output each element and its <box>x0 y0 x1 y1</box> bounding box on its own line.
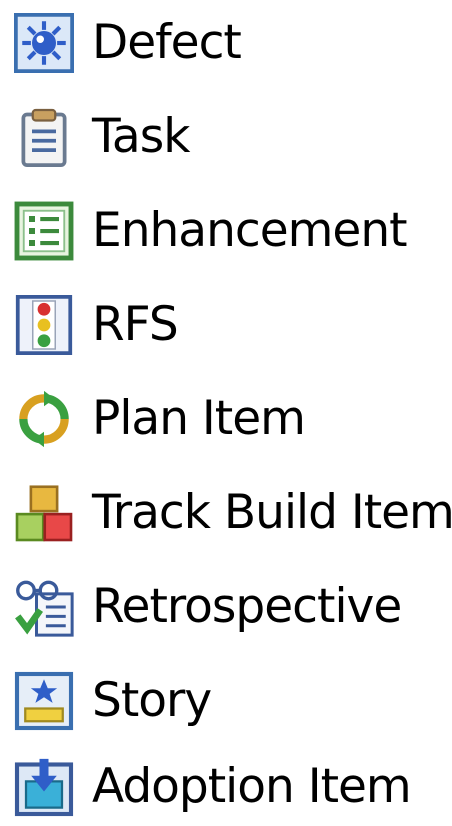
list-item-rfs[interactable]: RFS <box>0 286 452 364</box>
list-item-adoption-item[interactable]: Adoption Item <box>0 748 452 826</box>
list-item-track-build-item[interactable]: Track Build Item <box>0 474 452 552</box>
list-item-label: RFS <box>92 297 179 352</box>
list-item-label: Plan Item <box>92 391 306 446</box>
plan-item-icon <box>14 389 74 449</box>
track-build-item-icon <box>14 483 74 543</box>
list-item-label: Retrospective <box>92 579 402 634</box>
work-item-type-list: Defect Task Enhancement RFS Plan Item Tr… <box>0 0 452 825</box>
list-item-label: Track Build Item <box>92 485 452 540</box>
list-item-label: Adoption Item <box>92 759 412 814</box>
retrospective-icon <box>14 577 74 637</box>
defect-icon <box>14 13 74 73</box>
list-item-label: Task <box>92 109 190 164</box>
list-item-enhancement[interactable]: Enhancement <box>0 192 452 270</box>
list-item-plan-item[interactable]: Plan Item <box>0 380 452 458</box>
story-icon <box>14 671 74 731</box>
enhancement-icon <box>14 201 74 261</box>
list-item-retrospective[interactable]: Retrospective <box>0 568 452 646</box>
adoption-item-icon <box>14 757 74 817</box>
task-icon <box>14 107 74 167</box>
rfs-icon <box>14 295 74 355</box>
list-item-label: Enhancement <box>92 203 408 258</box>
list-item-label: Defect <box>92 15 242 70</box>
list-item-task[interactable]: Task <box>0 98 452 176</box>
list-item-label: Story <box>92 673 212 728</box>
list-item-defect[interactable]: Defect <box>0 4 452 82</box>
list-item-story[interactable]: Story <box>0 662 452 740</box>
